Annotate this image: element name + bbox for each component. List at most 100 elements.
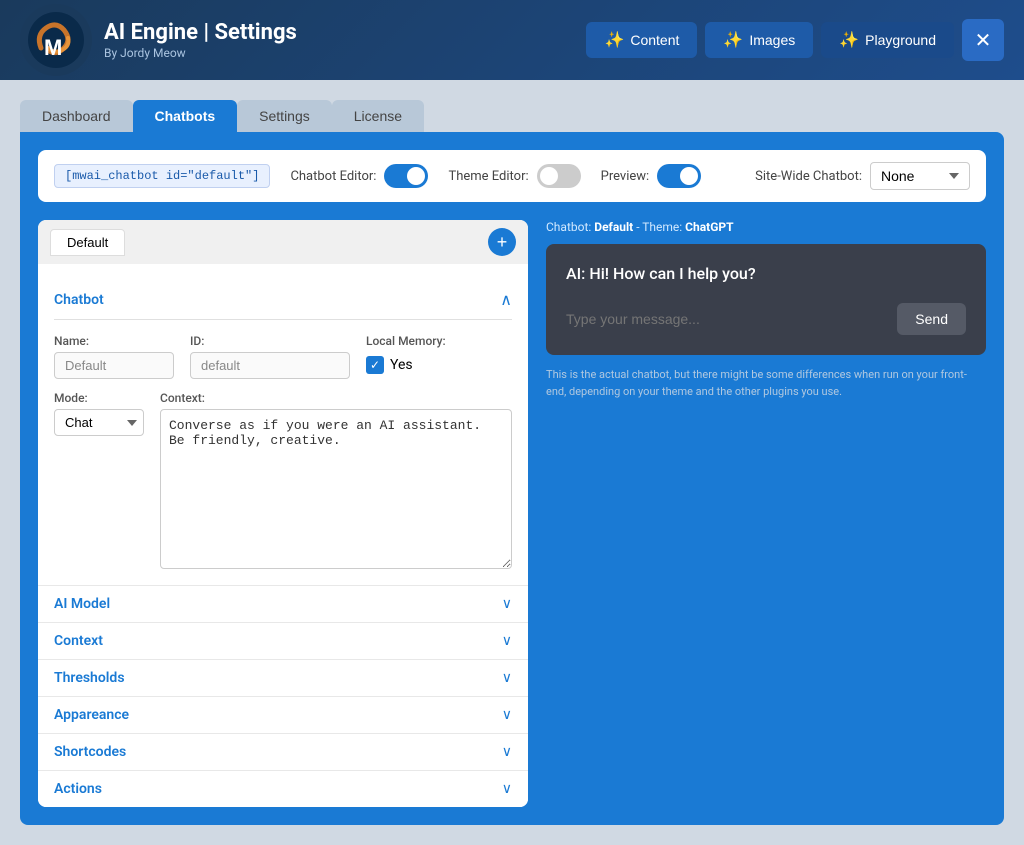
tab-settings[interactable]: Settings (237, 100, 332, 132)
theme-prefix: - Theme: (633, 220, 685, 234)
app-title: AI Engine | Settings (104, 20, 297, 46)
context-section: Context ∨ (38, 622, 528, 659)
local-memory-group: Local Memory: ✓ Yes (366, 334, 446, 374)
local-memory-checkbox-row: ✓ Yes (366, 356, 446, 374)
chatbot-editor-label: Chatbot Editor: (290, 169, 376, 184)
chatbot-info: Chatbot: Default - Theme: ChatGPT (546, 220, 986, 234)
card-body: Chatbot ∧ Name: ID: (38, 264, 528, 585)
app-subtitle: By Jordy Meow (104, 46, 297, 60)
chat-preview: AI: Hi! How can I help you? Send (546, 244, 986, 355)
content-nav-button[interactable]: ✨ Content (586, 22, 697, 58)
appearance-chevron-icon: ∨ (502, 707, 512, 723)
images-nav-button[interactable]: ✨ Images (705, 22, 813, 58)
images-label: Images (749, 32, 795, 48)
chat-footer-note: This is the actual chatbot, but there mi… (546, 367, 986, 400)
content-label: Content (630, 32, 679, 48)
chat-send-button[interactable]: Send (897, 303, 966, 335)
appearance-label: Appareance (54, 707, 129, 723)
toolbar: [mwai_chatbot id="default"] Chatbot Edit… (38, 150, 986, 202)
app-title-area: AI Engine | Settings By Jordy Meow (104, 20, 297, 60)
ai-model-header[interactable]: AI Model ∨ (38, 586, 528, 622)
tab-license[interactable]: License (332, 100, 424, 132)
thresholds-header[interactable]: Thresholds ∨ (38, 660, 528, 696)
card-tab-row: Default + (38, 220, 528, 264)
chatbot-card: Default + Chatbot ∧ Name: (38, 220, 528, 807)
context-chevron-icon: ∨ (502, 633, 512, 649)
name-group: Name: (54, 334, 174, 379)
two-col-layout: Default + Chatbot ∧ Name: (38, 220, 986, 807)
actions-header[interactable]: Actions ∨ (38, 771, 528, 807)
thresholds-label: Thresholds (54, 670, 125, 686)
context-label: Context: (160, 391, 512, 405)
actions-chevron-icon: ∨ (502, 781, 512, 797)
theme-editor-label: Theme Editor: (448, 169, 528, 184)
context-group: Context: Converse as if you were an AI a… (160, 391, 512, 569)
chatbot-name: Default (594, 220, 633, 234)
preview-label: Preview: (601, 169, 650, 184)
left-column: Default + Chatbot ∧ Name: (38, 220, 528, 807)
name-id-row: Name: ID: Local Memory: ✓ (54, 334, 512, 379)
default-tab[interactable]: Default (50, 229, 125, 256)
context-label-section: Context (54, 633, 103, 649)
shortcode-badge[interactable]: [mwai_chatbot id="default"] (54, 164, 270, 188)
site-wide-group: Site-Wide Chatbot: None Default (755, 162, 970, 190)
mode-group: Mode: Chat Assistant Completion (54, 391, 144, 436)
local-memory-checkbox[interactable]: ✓ (366, 356, 384, 374)
ai-model-label: AI Model (54, 596, 110, 612)
chatbot-chevron-icon: ∧ (500, 290, 512, 309)
main-panel: [mwai_chatbot id="default"] Chatbot Edit… (20, 132, 1004, 825)
shortcodes-chevron-icon: ∨ (502, 744, 512, 760)
mode-select[interactable]: Chat Assistant Completion (54, 409, 144, 436)
logo-area: M AI Engine | Settings By Jordy Meow (20, 4, 586, 76)
tab-bar: Dashboard Chatbots Settings License (20, 100, 1004, 132)
playground-icon: ✨ (839, 30, 859, 50)
appearance-header[interactable]: Appareance ∨ (38, 697, 528, 733)
chatbot-section-header[interactable]: Chatbot ∧ (54, 280, 512, 320)
site-wide-select[interactable]: None Default (870, 162, 970, 190)
name-input[interactable] (54, 352, 174, 379)
thresholds-chevron-icon: ∨ (502, 670, 512, 686)
shortcodes-label: Shortcodes (54, 744, 126, 760)
mode-context-row: Mode: Chat Assistant Completion Context:… (54, 391, 512, 569)
id-group: ID: (190, 334, 350, 379)
svg-text:M: M (44, 35, 62, 60)
images-icon: ✨ (723, 30, 743, 50)
chat-message-input[interactable] (566, 311, 889, 327)
preview-group: Preview: (601, 164, 702, 188)
chat-input-row: Send (566, 303, 966, 335)
playground-nav-button[interactable]: ✨ Playground (821, 22, 954, 58)
header: M AI Engine | Settings By Jordy Meow ✨ C… (0, 0, 1024, 80)
context-header[interactable]: Context ∨ (38, 623, 528, 659)
shortcodes-header[interactable]: Shortcodes ∨ (38, 734, 528, 770)
appearance-section: Appareance ∨ (38, 696, 528, 733)
theme-name: ChatGPT (685, 220, 733, 234)
content-icon: ✨ (604, 30, 624, 50)
close-button[interactable]: ✕ (962, 19, 1004, 61)
local-memory-label: Local Memory: (366, 334, 446, 348)
close-icon: ✕ (975, 28, 992, 53)
tab-chatbots[interactable]: Chatbots (133, 100, 238, 132)
logo: M (20, 4, 92, 76)
ai-greeting: AI: Hi! How can I help you? (566, 264, 966, 283)
add-chatbot-button[interactable]: + (488, 228, 516, 256)
site-wide-label: Site-Wide Chatbot: (755, 169, 862, 184)
shortcodes-section: Shortcodes ∨ (38, 733, 528, 770)
thresholds-section: Thresholds ∨ (38, 659, 528, 696)
actions-section: Actions ∨ (38, 770, 528, 807)
right-column: Chatbot: Default - Theme: ChatGPT AI: Hi… (546, 220, 986, 807)
preview-toggle[interactable] (657, 164, 701, 188)
chatbot-editor-toggle[interactable] (384, 164, 428, 188)
ai-model-chevron-icon: ∨ (502, 596, 512, 612)
chatbot-section-title: Chatbot (54, 292, 104, 308)
tab-dashboard[interactable]: Dashboard (20, 100, 133, 132)
theme-editor-toggle[interactable] (537, 164, 581, 188)
id-label: ID: (190, 334, 350, 348)
main-content: Dashboard Chatbots Settings License [mwa… (0, 80, 1024, 845)
header-nav: ✨ Content ✨ Images ✨ Playground ✕ (586, 19, 1004, 61)
name-label: Name: (54, 334, 174, 348)
id-input[interactable] (190, 352, 350, 379)
chatbot-editor-group: Chatbot Editor: (290, 164, 428, 188)
context-textarea[interactable]: Converse as if you were an AI assistant.… (160, 409, 512, 569)
chatbot-info-prefix: Chatbot: (546, 220, 594, 234)
playground-label: Playground (865, 32, 936, 48)
